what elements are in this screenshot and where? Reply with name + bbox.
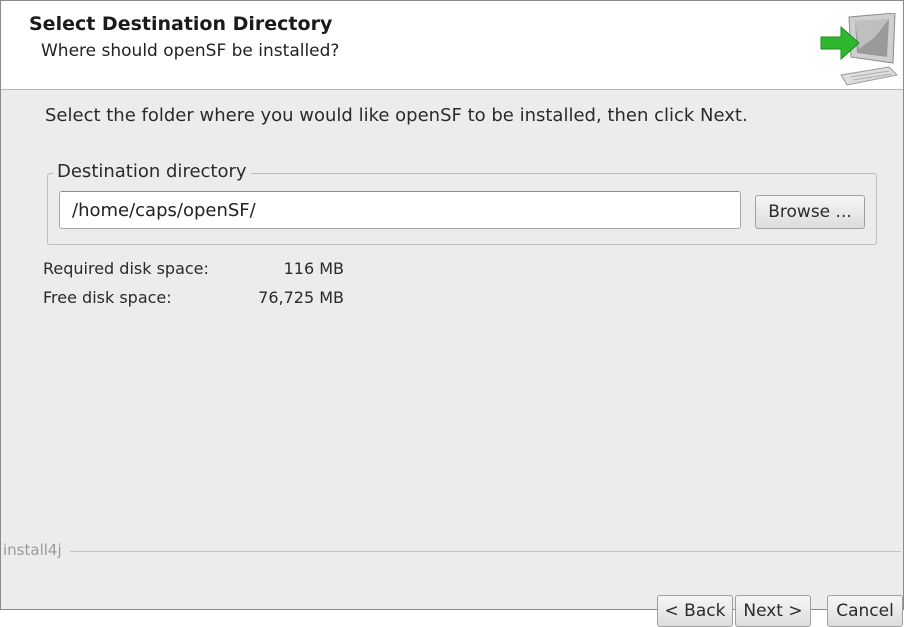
destination-path-input[interactable] xyxy=(59,191,741,229)
installer-computer-arrow-icon xyxy=(820,13,899,86)
install4j-brand: install4j xyxy=(3,541,70,559)
header-subtitle: Where should openSF be installed? xyxy=(41,41,340,61)
destination-legend: Destination directory xyxy=(53,161,251,182)
free-space-value: 76,725 MB xyxy=(258,288,344,307)
instruction-text: Select the folder where you would like o… xyxy=(45,105,748,126)
back-button[interactable]: < Back xyxy=(657,595,733,627)
header-title: Select Destination Directory xyxy=(29,13,333,35)
installer-window: Select Destination Directory Where shoul… xyxy=(0,0,904,627)
cancel-button[interactable]: Cancel xyxy=(827,595,903,627)
next-button[interactable]: Next > xyxy=(735,595,811,627)
wizard-header: Select Destination Directory Where shoul… xyxy=(1,1,903,90)
browse-button[interactable]: Browse ... xyxy=(755,195,865,229)
free-space-label: Free disk space: xyxy=(43,288,172,307)
footer-divider xyxy=(3,551,901,552)
required-space-label: Required disk space: xyxy=(43,259,209,278)
required-space-value: 116 MB xyxy=(283,259,344,278)
